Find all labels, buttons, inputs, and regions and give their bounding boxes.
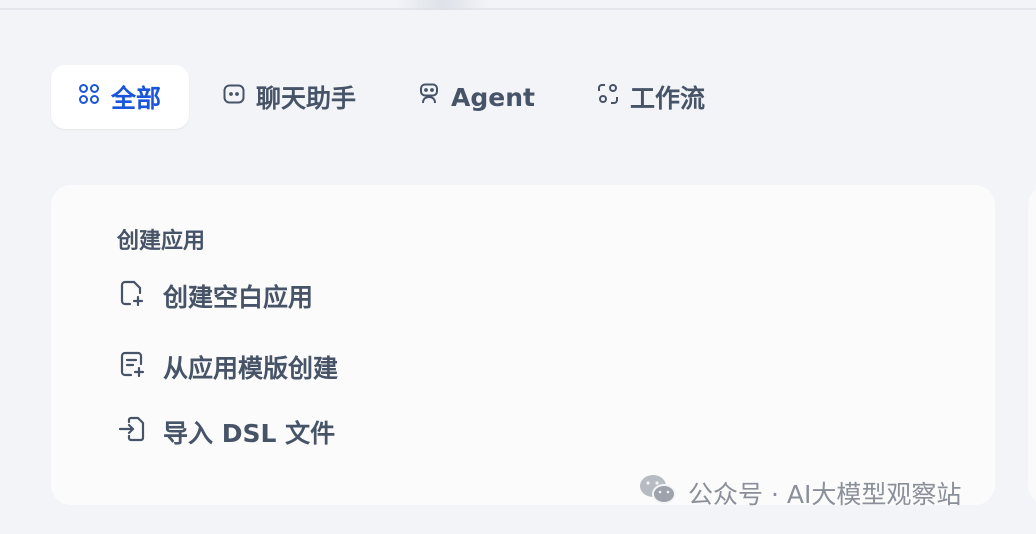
section-title: 创建应用 xyxy=(117,229,206,254)
create-from-template-label: 从应用模版创建 xyxy=(163,354,339,383)
create-blank-app-button[interactable]: 创建空白应用 xyxy=(117,278,313,314)
file-plus-icon xyxy=(117,278,147,314)
tab-all-label: 全部 xyxy=(111,84,162,113)
import-dsl-button[interactable]: 导入 DSL 文件 xyxy=(117,414,335,450)
create-from-template-button[interactable]: 从应用模版创建 xyxy=(117,349,338,385)
top-bar-divider xyxy=(0,0,1036,10)
tab-chat-assistant[interactable]: 聊天助手 xyxy=(222,65,356,129)
import-dsl-label: 导入 DSL 文件 xyxy=(163,419,336,448)
tab-chat-label: 聊天助手 xyxy=(256,84,357,113)
watermark: 公众号 · AI大模型观察站 xyxy=(638,472,961,514)
top-bar-shadow xyxy=(395,0,490,10)
chat-bubble-icon xyxy=(222,82,246,112)
watermark-text: 公众号 · AI大模型观察站 xyxy=(688,480,962,509)
next-card-edge xyxy=(1028,185,1036,505)
robot-icon xyxy=(417,82,441,112)
tab-agent[interactable]: Agent xyxy=(417,65,535,129)
create-app-card: 创建应用 创建空白应用 从应用模版创建 导入 DSL 文件 xyxy=(51,185,995,505)
create-blank-app-label: 创建空白应用 xyxy=(163,283,314,312)
wechat-icon xyxy=(638,472,678,514)
tab-agent-label: Agent xyxy=(451,82,535,112)
app-type-tabs: 全部 聊天助手 Agent 工作流 xyxy=(51,65,705,129)
tab-workflow[interactable]: 工作流 xyxy=(596,65,705,129)
tab-workflow-label: 工作流 xyxy=(629,84,705,113)
file-template-icon xyxy=(117,349,147,385)
grid-icon xyxy=(77,82,101,112)
workflow-icon xyxy=(596,82,620,112)
tab-all[interactable]: 全部 xyxy=(51,65,189,129)
file-import-icon xyxy=(117,414,147,450)
